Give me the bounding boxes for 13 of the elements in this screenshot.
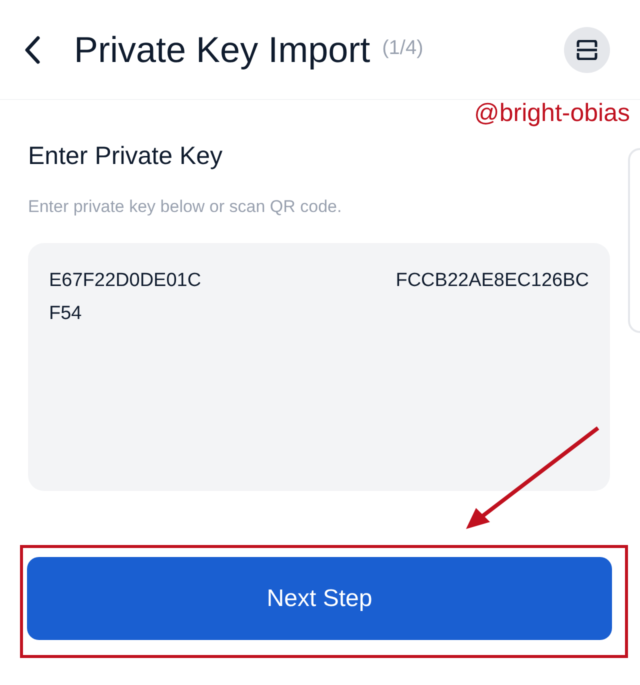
next-step-button[interactable]: Next Step xyxy=(27,557,612,640)
section-heading: Enter Private Key xyxy=(28,141,224,172)
hint-text: Enter private key below or scan QR code. xyxy=(28,196,343,218)
key-text: E67F22D0DE01C xyxy=(49,270,202,291)
step-counter: (1/4) xyxy=(382,36,424,60)
key-text: F54 xyxy=(49,302,82,324)
scan-icon xyxy=(576,40,598,60)
key-text: FCCB22AE8EC126BC xyxy=(396,270,589,291)
page-title: Private Key Import xyxy=(74,28,370,72)
private-key-field[interactable]: E67F22D0DE01C FCCB22AE8EC126BC F54 xyxy=(28,243,610,491)
author-handle: @bright-obias xyxy=(472,98,631,129)
scan-button[interactable] xyxy=(564,26,610,72)
back-icon xyxy=(23,34,41,64)
